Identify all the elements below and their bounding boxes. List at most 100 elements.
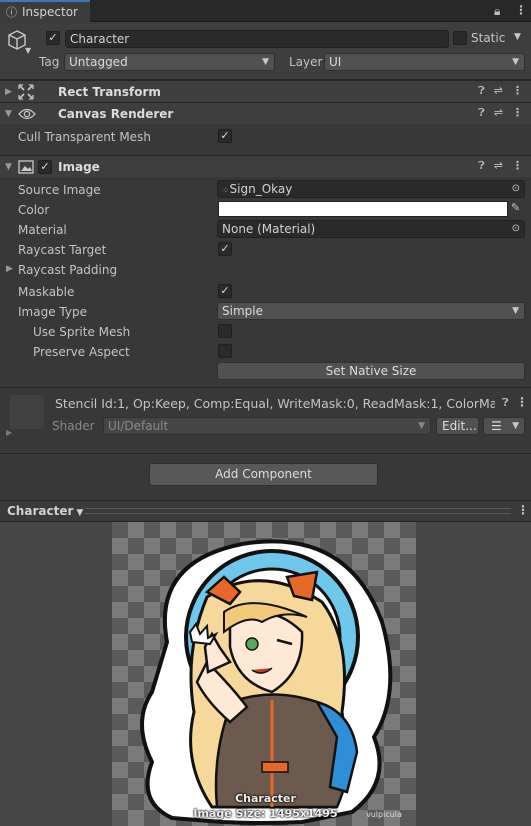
material-menu-icons[interactable]: ❓︎	[502, 396, 509, 410]
tag-dropdown[interactable]: Untagged ▼	[64, 53, 275, 71]
layer-dropdown[interactable]: UI ▼	[324, 53, 525, 71]
inspector-tab-bar: ⓘ Inspector 🔒︎ ⋮	[0, 0, 531, 22]
raycast-padding-label[interactable]: Raycast Padding	[18, 263, 117, 277]
watermark-text: vulpicula	[366, 810, 402, 819]
layer-label: Layer	[289, 55, 323, 69]
preview-title-dropdown[interactable]: Character ▼	[7, 504, 83, 518]
shader-dropdown[interactable]: UI/Default ▼	[103, 417, 431, 435]
maskable-checkbox[interactable]: ✓	[218, 284, 232, 298]
character-sprite-preview	[140, 539, 393, 825]
source-image-label: Source Image	[18, 183, 101, 197]
material-label: Material	[18, 223, 67, 237]
component-menu-icon[interactable]: ⋮	[512, 159, 523, 173]
object-picker-icon[interactable]: ⊙	[512, 181, 520, 197]
component-title: Image	[58, 159, 100, 174]
color-swatch[interactable]	[218, 201, 508, 217]
raycast-padding-fold-icon[interactable]: ▶	[6, 264, 13, 274]
help-icon[interactable]: ❓︎	[478, 84, 485, 98]
info-icon: ⓘ	[6, 6, 17, 19]
eye-icon	[18, 108, 36, 119]
preview-menu-icon[interactable]: ⋮	[517, 503, 529, 517]
set-native-size-button[interactable]: Set Native Size	[217, 362, 525, 380]
raycast-target-checkbox[interactable]: ✓	[218, 242, 232, 256]
help-icon[interactable]: ❓︎	[478, 106, 485, 120]
chevron-down-icon: ▼	[512, 57, 519, 67]
stencil-text: Stencil Id:1, Op:Keep, Comp:Equal, Write…	[55, 396, 495, 411]
divider	[0, 387, 531, 388]
shader-options-button[interactable]: ☰ ▼	[483, 417, 525, 435]
chevron-down-icon: ▼	[418, 421, 425, 431]
sprite-icon: ⁘	[222, 186, 230, 196]
preview-resize-handle[interactable]	[85, 508, 511, 514]
active-checkbox[interactable]: ✓	[46, 31, 60, 45]
use-sprite-mesh-label: Use Sprite Mesh	[33, 325, 131, 339]
component-menu-icon[interactable]: ⋮	[512, 84, 523, 98]
presets-icon[interactable]: ⇌	[494, 84, 503, 98]
source-image-value: Sign_Okay	[229, 182, 293, 196]
chevron-down-icon: ▼	[512, 306, 519, 316]
chevron-down-icon: ▼	[512, 421, 519, 431]
source-image-field[interactable]: ⁘Sign_Okay ⊙	[217, 180, 525, 198]
image-enabled-checkbox[interactable]: ✓	[38, 159, 52, 174]
static-checkbox[interactable]	[453, 31, 467, 45]
gameobject-header: ▼ ✓ Character Static ▼ Tag Untagged ▼ Lay…	[0, 22, 531, 80]
static-dropdown-caret[interactable]: ▼	[514, 32, 521, 42]
image-icon	[18, 159, 34, 174]
raycast-target-label: Raycast Target	[18, 243, 107, 257]
edit-shader-button[interactable]: Edit...	[436, 417, 479, 435]
preview-title: Character	[7, 504, 74, 518]
preview-header: Character ▼ ⋮	[0, 500, 531, 522]
preview-caption-size: Image Size: 1495x1495	[193, 807, 338, 820]
tag-label: Tag	[39, 55, 60, 69]
fold-arrow-icon[interactable]: ▼	[5, 109, 17, 119]
presets-icon[interactable]: ⇌	[494, 106, 503, 120]
chevron-down-icon: ▼	[262, 57, 269, 67]
image-type-dropdown[interactable]: Simple ▼	[217, 302, 525, 320]
tab-label: Inspector	[22, 5, 78, 19]
icon-dropdown-caret[interactable]: ▼	[25, 46, 31, 55]
presets-icon[interactable]: ⇌	[494, 159, 503, 173]
fold-arrow-icon[interactable]: ▼	[5, 162, 17, 172]
color-label: Color	[18, 203, 50, 217]
edit-label: Edit...	[442, 419, 477, 433]
add-component-label: Add Component	[215, 467, 312, 481]
cull-transparent-mesh-checkbox[interactable]: ✓	[218, 129, 232, 143]
component-rect-transform[interactable]: ▶ Rect Transform ❓︎ ⇌ ⋮	[0, 80, 531, 102]
set-native-size-label: Set Native Size	[325, 364, 417, 378]
material-fold-icon[interactable]: ▶	[6, 428, 12, 437]
component-menu-icon[interactable]: ⋮	[512, 106, 523, 120]
add-component-button[interactable]: Add Component	[149, 463, 378, 486]
static-label: Static	[471, 31, 506, 45]
cull-transparent-mesh-label: Cull Transparent Mesh	[18, 130, 151, 144]
list-icon: ☰	[491, 419, 502, 433]
preserve-aspect-label: Preserve Aspect	[33, 345, 130, 359]
component-image[interactable]: ▼ ✓ Image ❓︎ ⇌ ⋮	[0, 155, 531, 177]
preserve-aspect-checkbox[interactable]	[218, 344, 232, 358]
chevron-down-icon: ▼	[76, 508, 84, 518]
component-canvas-renderer[interactable]: ▼ Canvas Renderer ❓︎ ⇌ ⋮	[0, 102, 531, 124]
component-title: Canvas Renderer	[58, 106, 174, 121]
component-menu-icon[interactable]: ⋮	[516, 395, 528, 409]
lock-icon[interactable]: 🔒︎	[494, 4, 500, 19]
component-title: Rect Transform	[58, 84, 161, 99]
gameobject-name-input[interactable]: Character	[65, 30, 449, 48]
help-icon[interactable]: ❓︎	[478, 159, 485, 173]
eyedropper-icon[interactable]: ✎	[511, 201, 520, 214]
maskable-label: Maskable	[18, 285, 75, 299]
fold-arrow-icon[interactable]: ▶	[5, 87, 17, 97]
tab-inspector[interactable]: ⓘ Inspector	[0, 0, 90, 22]
material-preview-thumbnail	[10, 395, 44, 429]
rect-transform-icon	[18, 83, 34, 100]
material-field[interactable]: None (Material) ⊙	[217, 220, 525, 238]
material-value: None (Material)	[222, 222, 316, 236]
shader-label: Shader	[52, 419, 95, 433]
layer-value: UI	[329, 55, 342, 69]
image-type-value: Simple	[222, 304, 263, 318]
image-type-label: Image Type	[18, 305, 87, 319]
shader-value: UI/Default	[108, 419, 169, 433]
preview-caption-name: Character	[235, 792, 296, 805]
more-menu-icon[interactable]: ⋮	[515, 3, 527, 17]
use-sprite-mesh-checkbox[interactable]	[218, 324, 232, 338]
tag-value: Untagged	[69, 55, 128, 69]
object-picker-icon[interactable]: ⊙	[512, 221, 520, 237]
